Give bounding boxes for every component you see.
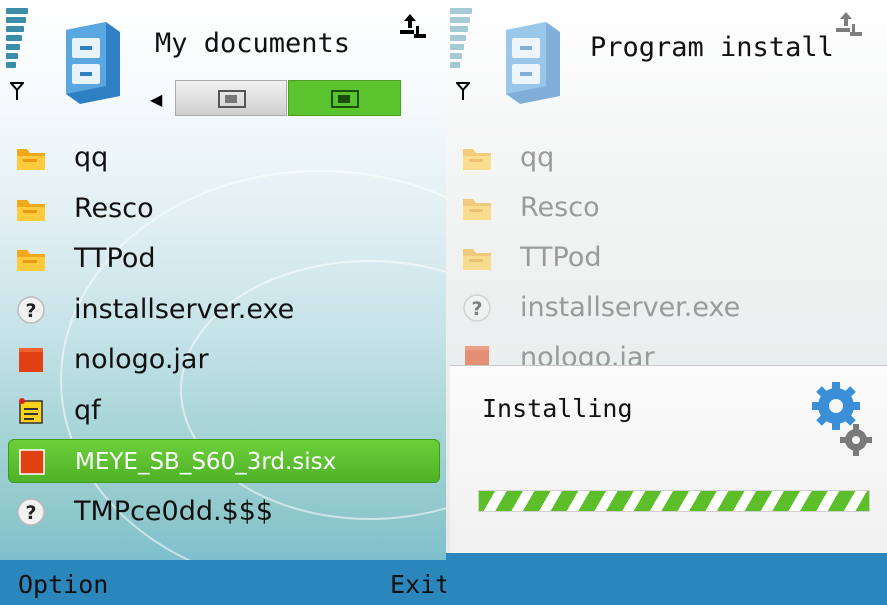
unknown-file-icon: ? — [462, 294, 492, 322]
list-item[interactable]: qf — [8, 389, 440, 433]
list-item[interactable]: nologo.jar — [8, 338, 440, 382]
page-title: Program install — [590, 32, 834, 63]
file-manager-screen: My documents ◀ qq Resco TTPod? installserve… — [0, 0, 446, 605]
svg-text:?: ? — [471, 298, 482, 320]
phone-memory-icon — [218, 90, 246, 108]
svg-text:?: ? — [25, 502, 36, 524]
list-item-label: installserver.exe — [74, 293, 295, 325]
option-softkey[interactable]: Option — [18, 570, 108, 599]
installer-screen: Program install qq Resco TTPod? installserv… — [446, 0, 887, 605]
install-package-icon — [17, 448, 47, 476]
tab-left-arrow-icon[interactable]: ◀ — [150, 90, 162, 109]
unknown-file-icon: ? — [16, 295, 46, 324]
install-progress-bar — [478, 490, 870, 512]
antenna-icon — [8, 82, 26, 100]
list-item-label: Resco — [74, 192, 154, 224]
list-item-label: TTPod — [74, 243, 156, 274]
page-title: My documents — [155, 28, 351, 59]
install-status-text: Installing — [482, 394, 633, 423]
file-cabinet-icon — [62, 20, 124, 104]
list-item-label: TTPod — [520, 242, 602, 273]
tab-memory-card[interactable] — [288, 80, 401, 116]
tab-phone-memory[interactable] — [175, 80, 287, 116]
list-item-label: TMPce0dd.$$$ — [74, 495, 274, 527]
list-item[interactable]: TTPod — [8, 237, 440, 281]
list-item[interactable]: ? TMPce0dd.$$$ — [8, 490, 440, 534]
folder-icon — [16, 195, 46, 223]
list-item-label: qf — [74, 394, 101, 426]
notes-file-icon — [16, 397, 46, 425]
unknown-file-icon: ? — [16, 497, 46, 526]
list-item[interactable]: ? installserver.exe — [8, 288, 440, 332]
svg-text:?: ? — [25, 300, 36, 322]
list-item[interactable]: Resco — [8, 187, 440, 231]
signal-strength-icon — [450, 8, 478, 80]
softkey-bar — [446, 553, 887, 605]
folder-icon — [16, 245, 46, 273]
list-item-label: MEYE_SB_S60_3rd.sisx — [75, 449, 337, 475]
data-connection-icon — [834, 10, 864, 40]
list-item[interactable]: Resco — [454, 186, 886, 230]
exit-softkey[interactable]: Exit — [390, 570, 446, 599]
folder-icon — [462, 244, 492, 272]
java-app-icon — [16, 346, 46, 374]
list-item[interactable]: TTPod — [454, 236, 886, 280]
list-item-label: qq — [74, 142, 109, 173]
list-item[interactable]: qq — [454, 136, 886, 180]
list-item-label: qq — [520, 142, 555, 173]
list-item-label: nologo.jar — [74, 344, 209, 375]
folder-icon — [16, 144, 46, 172]
progress-fill — [479, 491, 869, 511]
list-item-label: installserver.exe — [520, 292, 741, 323]
list-item[interactable]: ? installserver.exe — [454, 286, 886, 330]
list-item[interactable]: qq — [8, 136, 440, 180]
list-item-label: Resco — [520, 192, 600, 223]
folder-icon — [462, 144, 492, 172]
file-cabinet-icon — [502, 20, 564, 104]
data-connection-icon — [398, 12, 428, 42]
list-item[interactable]: MEYE_SB_S60_3rd.sisx — [8, 439, 440, 483]
folder-icon — [462, 194, 492, 222]
memory-card-icon — [331, 90, 359, 108]
gears-icon — [812, 380, 874, 462]
antenna-icon — [454, 82, 472, 100]
signal-strength-icon — [6, 8, 34, 80]
install-dialog: Installing — [450, 365, 887, 553]
